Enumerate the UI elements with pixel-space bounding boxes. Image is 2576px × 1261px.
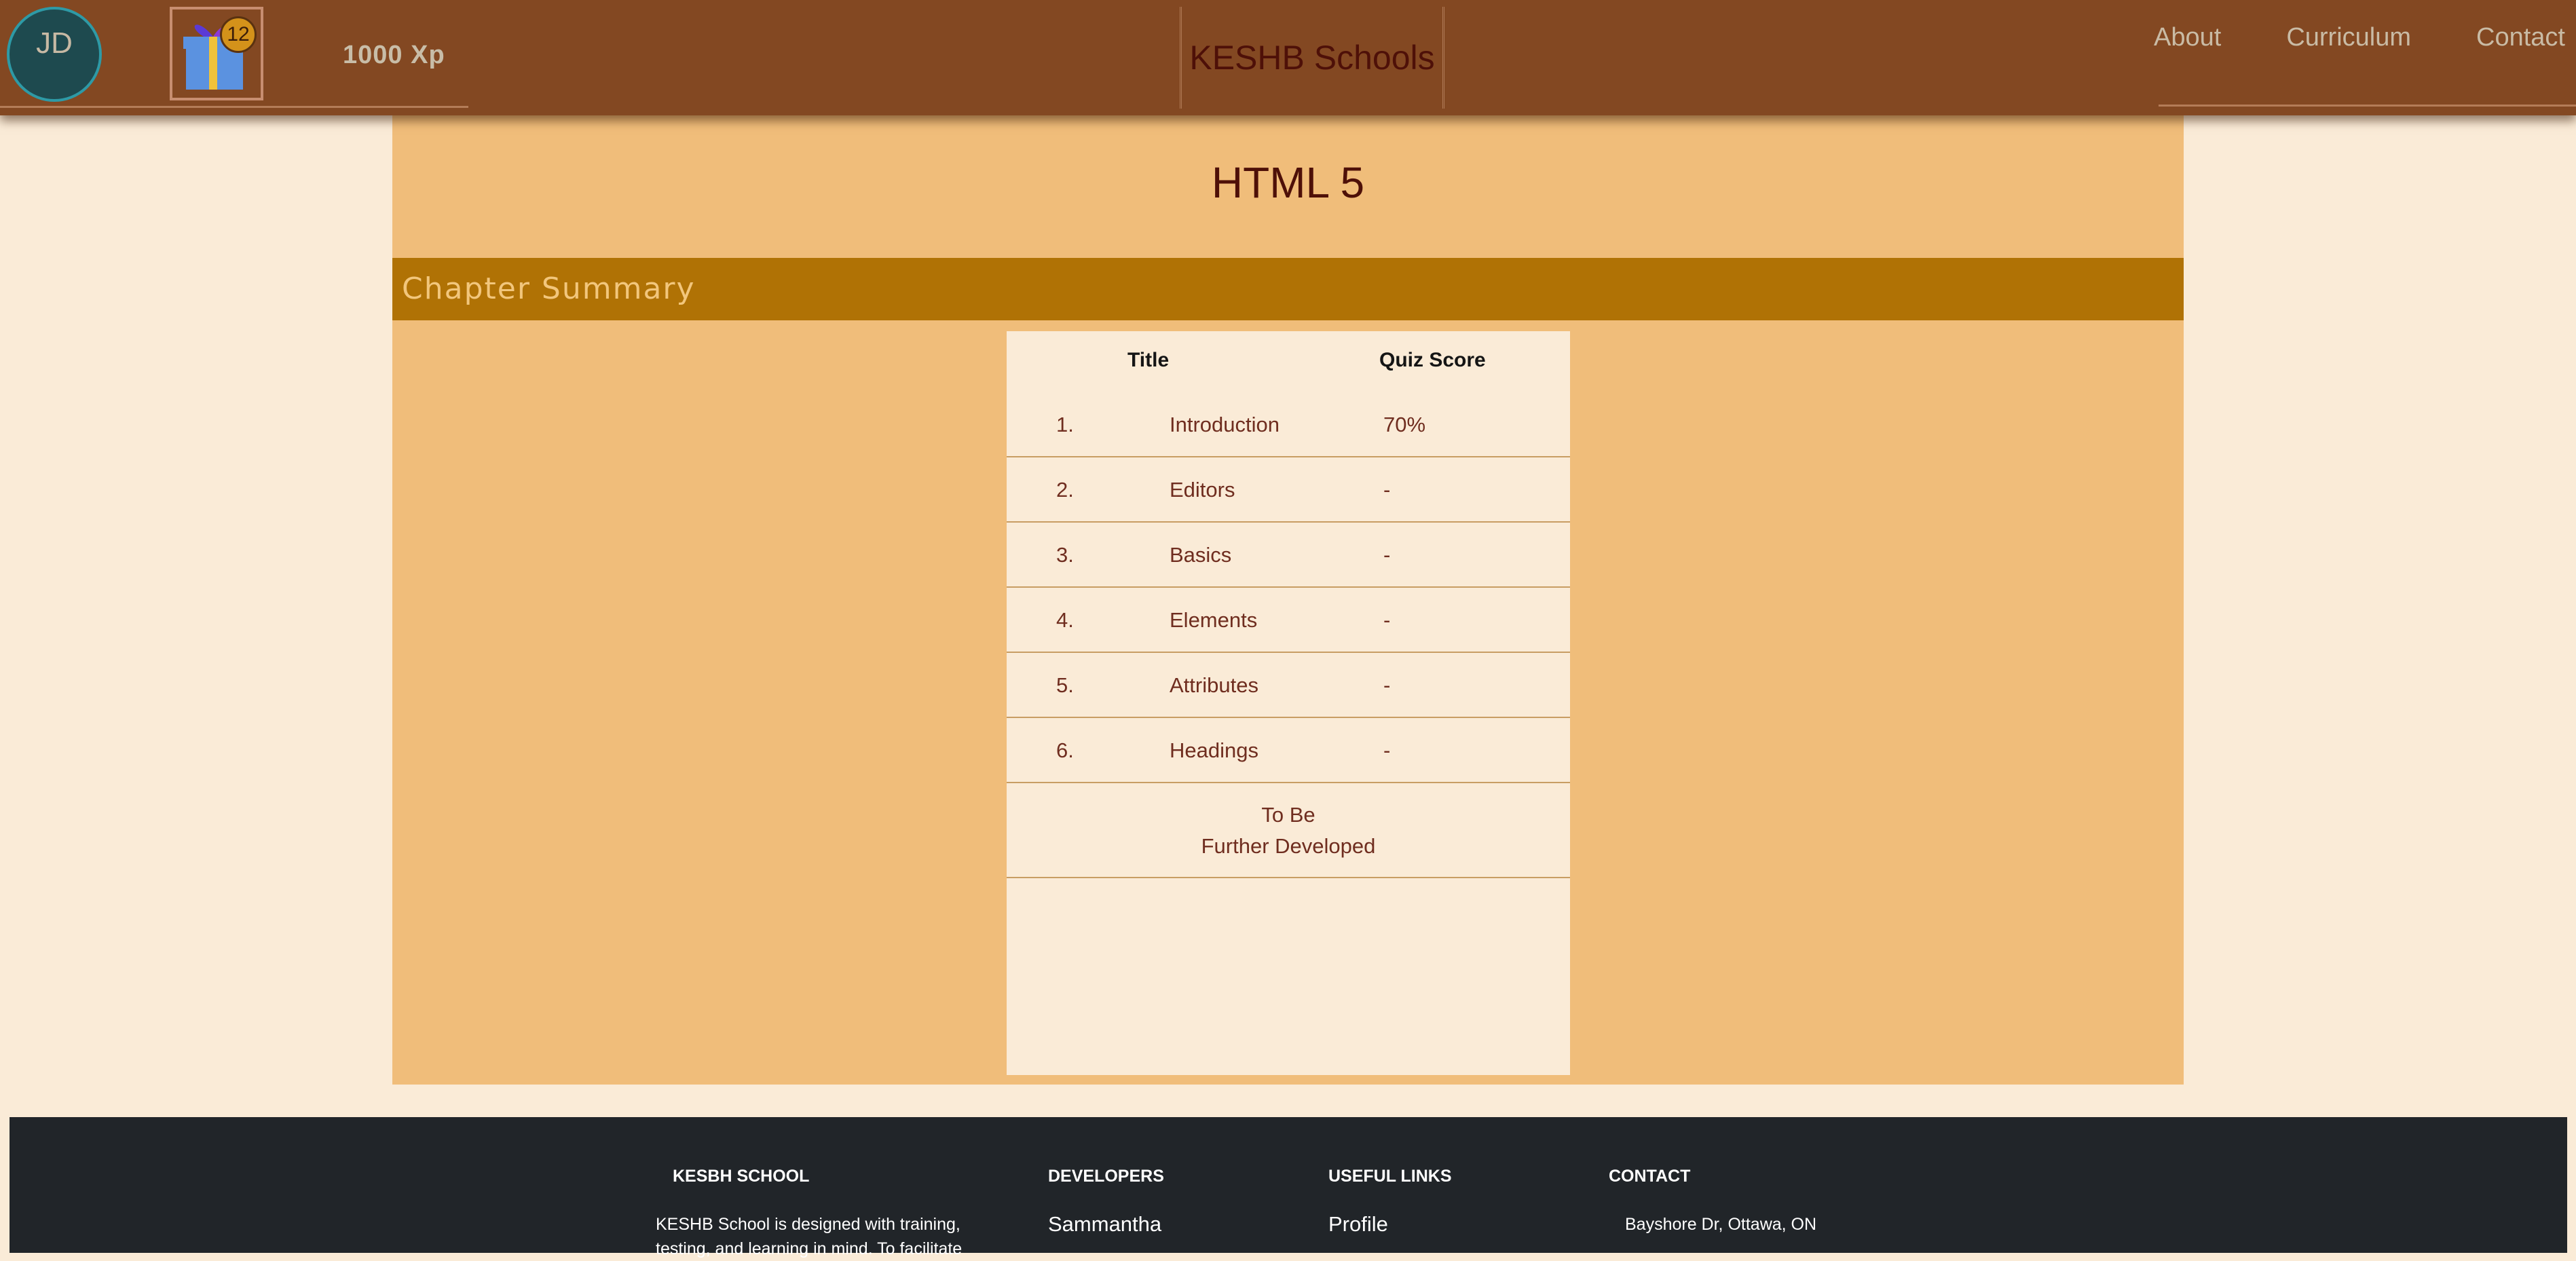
quiz-score: - [1383, 738, 1391, 762]
section-header: Chapter Summary [392, 258, 2184, 320]
note-line-2: Further Developed [1201, 834, 1376, 858]
table-row[interactable]: 2. Editors - [1007, 457, 1570, 523]
chapter-title[interactable]: Basics [1170, 543, 1231, 567]
table-row[interactable]: 5. Attributes - [1007, 653, 1570, 718]
footer-school-description: KESHB School is designed with training, … [656, 1212, 962, 1261]
nav-about[interactable]: About [2136, 23, 2239, 52]
row-number: 5. [1056, 673, 1074, 697]
page-title: HTML 5 [1211, 158, 1365, 207]
column-header-title: Title [1127, 349, 1170, 371]
nav-curriculum[interactable]: Curriculum [2269, 23, 2429, 52]
row-number: 4. [1056, 608, 1074, 632]
quiz-score: - [1383, 608, 1391, 632]
header-divider-left [0, 106, 468, 108]
avatar[interactable]: JD [7, 7, 102, 102]
quiz-score: - [1383, 478, 1391, 502]
footer-developer-link[interactable]: Sammantha [1048, 1212, 1161, 1237]
row-number: 2. [1056, 478, 1074, 502]
quiz-score: 70% [1383, 413, 1426, 436]
section-title: Chapter Summary [402, 271, 696, 306]
course-panel: HTML 5 Chapter Summary Title Quiz Score … [392, 115, 2184, 1085]
top-header: JD 12 1000 Xp KESHB Schools About Curric… [0, 0, 2576, 115]
table-row[interactable]: 3. Basics - [1007, 523, 1570, 588]
table-row[interactable]: 6. Headings - [1007, 718, 1570, 783]
table-row[interactable]: 4. Elements - [1007, 588, 1570, 653]
chapter-title[interactable]: Headings [1170, 738, 1258, 763]
brand-title[interactable]: KESHB Schools [1180, 7, 1444, 109]
table-row[interactable]: 1. Introduction 70% [1007, 392, 1570, 457]
header-divider-right [2159, 105, 2576, 107]
chapter-title[interactable]: Editors [1170, 478, 1235, 502]
quiz-score: - [1383, 673, 1391, 697]
site-footer: KESBH SCHOOL KESHB School is designed wi… [10, 1117, 2567, 1258]
chapter-title[interactable]: Attributes [1170, 673, 1258, 698]
main-nav: About Curriculum Contact [2121, 0, 2576, 75]
xp-points: 1000 Xp [343, 41, 445, 69]
footer-heading-links: USEFUL LINKS [1328, 1167, 1452, 1186]
nav-contact[interactable]: Contact [2459, 23, 2576, 52]
table-footer-note: To Be Further Developed [1007, 783, 1570, 878]
chapter-title[interactable]: Elements [1170, 608, 1257, 633]
footer-contact-address: Bayshore Dr, Ottawa, ON [1625, 1215, 1817, 1234]
footer-heading-contact: CONTACT [1609, 1167, 1691, 1186]
rewards-button[interactable]: 12 [170, 7, 263, 100]
row-number: 1. [1056, 413, 1074, 436]
chapter-table: Title Quiz Score 1. Introduction 70% 2. … [1007, 331, 1570, 1075]
note-line-1: To Be [1261, 803, 1315, 827]
row-number: 3. [1056, 543, 1074, 567]
column-header-quiz-score: Quiz Score [1379, 349, 1486, 371]
quiz-score: - [1383, 543, 1391, 567]
footer-profile-link[interactable]: Profile [1328, 1212, 1388, 1237]
chapter-title[interactable]: Introduction [1170, 413, 1280, 437]
footer-school-text-line: KESHB School is designed with training, [656, 1215, 960, 1234]
row-number: 6. [1056, 738, 1074, 762]
gift-count-badge: 12 [220, 16, 257, 53]
footer-heading-developers: DEVELOPERS [1048, 1167, 1164, 1186]
footer-school-text-line: testing, and learning in mind. To facili… [656, 1239, 963, 1258]
footer-heading-school: KESBH SCHOOL [673, 1167, 810, 1186]
